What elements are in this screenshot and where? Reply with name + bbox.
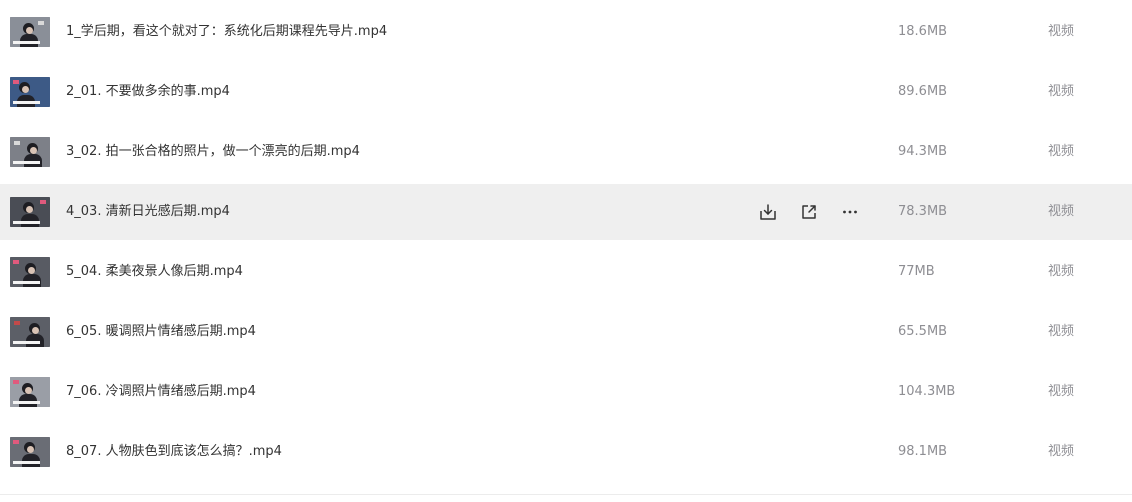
- download-icon[interactable]: [756, 200, 780, 224]
- file-name[interactable]: 2_01. 不要做多余的事.mp4: [66, 83, 230, 101]
- more-icon[interactable]: [838, 200, 862, 224]
- file-row[interactable]: 3_02. 拍一张合格的照片，做一个漂亮的后期.mp4 94.3MB 视频: [0, 124, 1132, 180]
- video-thumbnail: [10, 317, 50, 347]
- thumbnail-accent: [13, 380, 19, 384]
- file-name[interactable]: 7_06. 冷调照片情绪感后期.mp4: [66, 383, 256, 401]
- thumbnail-accent: [13, 440, 19, 444]
- file-name[interactable]: 3_02. 拍一张合格的照片，做一个漂亮的后期.mp4: [66, 143, 360, 161]
- file-type: 视频: [1048, 444, 1075, 459]
- file-row[interactable]: 5_04. 柔美夜景人像后期.mp4 77MB 视频: [0, 244, 1132, 300]
- thumbnail-accent: [40, 200, 46, 204]
- file-type: 视频: [1048, 144, 1075, 159]
- thumbnail-caption: [13, 41, 40, 44]
- thumbnail-accent: [14, 321, 20, 325]
- thumbnail-caption: [13, 341, 40, 344]
- file-size: 89.6MB: [898, 84, 948, 99]
- video-thumbnail: [10, 17, 50, 47]
- video-thumbnail: [10, 377, 50, 407]
- file-type: 视频: [1048, 324, 1075, 339]
- thumbnail-caption: [13, 221, 40, 224]
- video-thumbnail: [10, 137, 50, 167]
- thumbnail-caption: [13, 101, 40, 104]
- thumbnail-person-face: [30, 147, 37, 154]
- thumbnail-accent: [14, 141, 20, 145]
- file-row[interactable]: 8_07. 人物肤色到底该怎么搞？.mp4 98.1MB 视频: [0, 424, 1132, 480]
- file-type: 视频: [1048, 84, 1075, 99]
- thumbnail-person-face: [32, 327, 39, 334]
- file-size: 98.1MB: [898, 444, 948, 459]
- video-thumbnail: [10, 77, 50, 107]
- file-row[interactable]: 6_05. 暖调照片情绪感后期.mp4 65.5MB 视频: [0, 304, 1132, 360]
- file-name[interactable]: 4_03. 清新日光感后期.mp4: [66, 203, 230, 221]
- file-type: 视频: [1048, 204, 1075, 219]
- file-type: 视频: [1048, 24, 1075, 39]
- file-size: 18.6MB: [898, 24, 948, 39]
- video-thumbnail: [10, 257, 50, 287]
- thumbnail-caption: [13, 161, 40, 164]
- file-size: 104.3MB: [898, 384, 956, 399]
- thumbnail-accent: [13, 260, 19, 264]
- thumbnail-caption: [13, 281, 40, 284]
- thumbnail-accent: [13, 80, 19, 84]
- thumbnail-person-face: [27, 446, 34, 453]
- video-thumbnail: [10, 197, 50, 227]
- file-list: 1_学后期，看这个就对了：系统化后期课程先导片.mp4 18.6MB 视频 2_…: [0, 0, 1132, 502]
- file-row[interactable]: 4_03. 清新日光感后期.mp4 78.3MB 视频: [0, 184, 1132, 240]
- share-icon[interactable]: [797, 200, 821, 224]
- file-size: 78.3MB: [898, 204, 948, 219]
- file-row[interactable]: 1_学后期，看这个就对了：系统化后期课程先导片.mp4 18.6MB 视频: [0, 4, 1132, 60]
- file-row[interactable]: 7_06. 冷调照片情绪感后期.mp4 104.3MB 视频: [0, 364, 1132, 420]
- file-name[interactable]: 6_05. 暖调照片情绪感后期.mp4: [66, 323, 256, 341]
- file-row[interactable]: 2_01. 不要做多余的事.mp4 89.6MB 视频: [0, 64, 1132, 120]
- thumbnail-caption: [13, 401, 40, 404]
- video-thumbnail: [10, 437, 50, 467]
- thumbnail-person-face: [25, 387, 32, 394]
- file-name[interactable]: 1_学后期，看这个就对了：系统化后期课程先导片.mp4: [66, 23, 387, 41]
- thumbnail-person-face: [28, 267, 35, 274]
- thumbnail-person-face: [22, 86, 29, 93]
- file-type: 视频: [1048, 384, 1075, 399]
- thumbnail-person-face: [26, 206, 33, 213]
- list-divider: [0, 494, 1132, 495]
- file-type: 视频: [1048, 264, 1075, 279]
- file-size: 77MB: [898, 264, 935, 279]
- file-size: 65.5MB: [898, 324, 948, 339]
- thumbnail-person-face: [26, 27, 33, 34]
- file-name[interactable]: 5_04. 柔美夜景人像后期.mp4: [66, 263, 243, 281]
- file-size: 94.3MB: [898, 144, 948, 159]
- file-name[interactable]: 8_07. 人物肤色到底该怎么搞？.mp4: [66, 443, 282, 461]
- thumbnail-accent: [38, 21, 44, 25]
- thumbnail-caption: [13, 461, 40, 464]
